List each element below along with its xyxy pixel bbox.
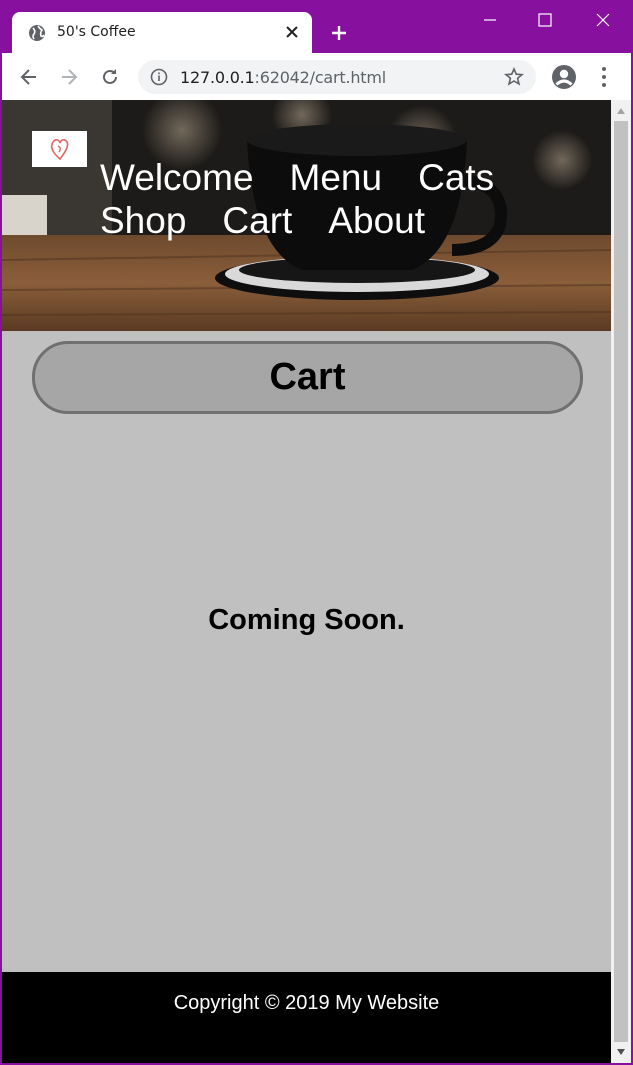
site-logo[interactable] — [32, 131, 87, 167]
tab-close-icon[interactable] — [282, 22, 302, 42]
page-viewport: Welcome Menu Cats Shop Cart About Cart C… — [2, 100, 611, 1063]
page-title-pill: Cart — [32, 341, 583, 414]
profile-avatar-icon[interactable] — [551, 64, 577, 90]
nav-link-cats[interactable]: Cats — [418, 156, 494, 199]
nav-link-cart[interactable]: Cart — [222, 199, 292, 242]
scroll-up-arrow-icon[interactable] — [611, 102, 631, 120]
back-arrow-icon[interactable] — [15, 63, 43, 91]
close-window-icon[interactable] — [588, 6, 618, 34]
info-icon[interactable] — [150, 68, 168, 86]
copyright-text: Copyright © 2019 My Website — [173, 992, 440, 1014]
more-menu-icon[interactable] — [596, 65, 612, 89]
title-bar: 50's Coffee — [0, 0, 633, 53]
heart-logo-icon — [50, 139, 68, 161]
nav-link-about[interactable]: About — [328, 199, 425, 242]
url-host: 127.0.0.1 — [180, 68, 255, 87]
main-nav: Welcome Menu Cats Shop Cart About — [100, 156, 520, 242]
page-footer: Copyright © 2019 My Website — [2, 972, 611, 1063]
browser-tab[interactable]: 50's Coffee — [12, 12, 312, 53]
forward-arrow-icon[interactable] — [55, 63, 83, 91]
maximize-icon[interactable] — [530, 6, 560, 34]
scrollbar-thumb[interactable] — [614, 121, 628, 1042]
tab-title: 50's Coffee — [57, 24, 136, 40]
coming-soon-message: Coming Soon. — [208, 604, 405, 636]
hero-banner: Welcome Menu Cats Shop Cart About — [2, 100, 611, 331]
globe-icon — [29, 25, 45, 41]
reload-icon[interactable] — [96, 63, 124, 91]
url-path: :62042/cart.html — [254, 68, 387, 87]
scroll-down-arrow-icon[interactable] — [611, 1043, 631, 1061]
url-text: 127.0.0.1:62042/cart.html — [180, 68, 386, 87]
nav-link-welcome[interactable]: Welcome — [100, 156, 254, 199]
page-title: Cart — [269, 356, 346, 398]
bookmark-star-icon[interactable] — [504, 67, 524, 87]
address-bar[interactable]: 127.0.0.1:62042/cart.html — [138, 60, 536, 94]
browser-toolbar: 127.0.0.1:62042/cart.html — [0, 53, 633, 100]
minimize-icon[interactable] — [475, 6, 505, 34]
new-tab-plus-icon[interactable] — [326, 20, 352, 46]
nav-link-shop[interactable]: Shop — [100, 199, 186, 242]
nav-link-menu[interactable]: Menu — [290, 156, 383, 199]
vertical-scrollbar[interactable] — [611, 100, 631, 1063]
